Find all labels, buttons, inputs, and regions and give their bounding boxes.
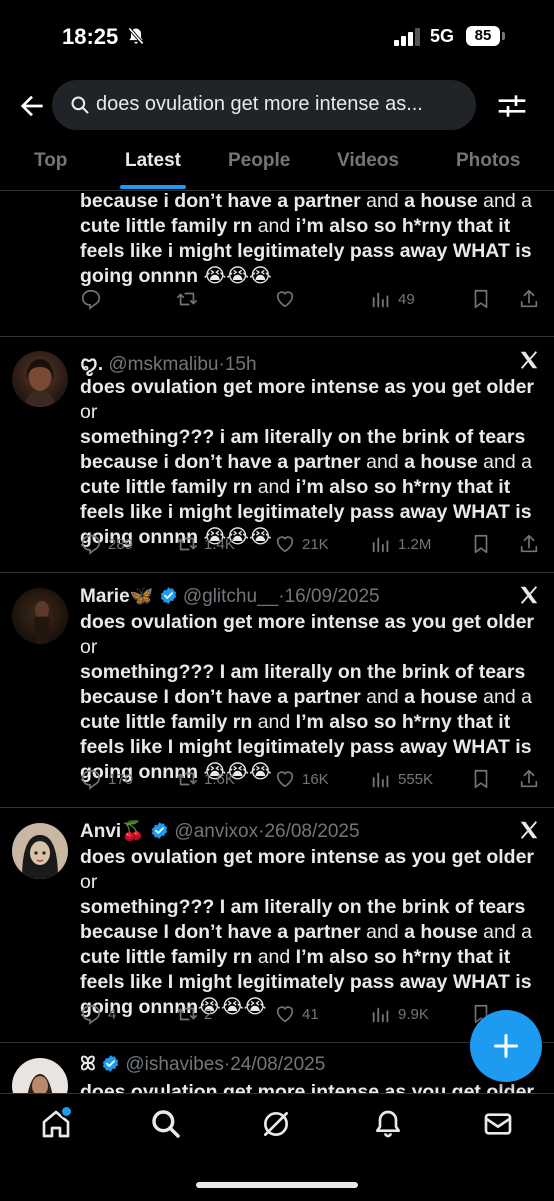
repost-icon xyxy=(177,537,197,551)
tweet-actions: 289 1.4K 21K 1.2M xyxy=(80,533,544,557)
like-icon xyxy=(276,1006,294,1023)
reply-icon xyxy=(81,289,101,310)
bookmark-icon xyxy=(474,769,488,789)
battery-nub xyxy=(502,32,505,40)
search-header: does ovulation get more intense as... xyxy=(0,78,554,134)
grok-icon[interactable] xyxy=(260,1108,292,1140)
author-name[interactable]: ꨄ. xyxy=(80,354,103,375)
tweet-text: because i don’t have a partner and a hou… xyxy=(80,191,532,287)
tweet-card[interactable]: Anvi🍒 @anvixox·26/08/2025 does ovulation… xyxy=(0,807,554,1043)
mail-icon[interactable] xyxy=(482,1108,514,1140)
repost-icon xyxy=(177,772,197,786)
search-input[interactable]: does ovulation get more intense as... xyxy=(52,80,476,130)
avatar-image xyxy=(24,359,56,407)
tweet-actions: 170 1.6K 16K 555K xyxy=(80,768,544,792)
verified-badge-icon xyxy=(151,822,168,839)
tweet-text: does ovulation get more intense as you g… xyxy=(80,846,535,1018)
verified-badge-icon xyxy=(102,1055,119,1072)
reply-icon xyxy=(81,1004,101,1025)
tweet-text: does ovulation get more intense as you g… xyxy=(80,376,535,548)
avatar[interactable] xyxy=(12,588,68,644)
tab-videos[interactable]: Videos xyxy=(337,150,399,172)
search-query: does ovulation get more intense as... xyxy=(96,93,423,115)
author-handle[interactable]: @mskmalibu xyxy=(108,354,218,375)
tweet-date: 26/08/2025 xyxy=(264,821,360,842)
views-icon xyxy=(372,1007,389,1023)
tweet-date: 16/09/2025 xyxy=(284,586,380,607)
author-handle[interactable]: @ishavibes xyxy=(125,1054,224,1075)
views-icon xyxy=(372,772,389,788)
author-name[interactable]: Anvi🍒 xyxy=(80,821,145,842)
avatar[interactable] xyxy=(12,823,68,879)
network-label: 5G xyxy=(430,26,455,46)
tab-latest[interactable]: Latest xyxy=(125,150,181,172)
tweet-header: Anvi🍒 @anvixox·26/08/2025 xyxy=(80,821,360,842)
like-icon xyxy=(276,536,294,553)
bottom-nav xyxy=(0,1093,554,1201)
tweet-card[interactable]: ꨄ. @mskmalibu·15h does ovulation get mor… xyxy=(0,337,554,573)
filter-icon[interactable] xyxy=(496,90,528,122)
share-icon xyxy=(520,769,538,788)
tab-photos[interactable]: Photos xyxy=(456,150,520,172)
avatar[interactable] xyxy=(12,351,68,407)
tweet-header: ꕤ @ishavibes·24/08/2025 xyxy=(80,1054,326,1075)
status-bar: 18:25 5G 85 xyxy=(0,0,554,72)
repost-icon xyxy=(177,292,197,306)
signal-icon xyxy=(394,28,420,46)
x-logo-icon xyxy=(520,586,538,604)
views-icon xyxy=(372,537,389,553)
like-icon xyxy=(276,291,294,308)
tab-top[interactable]: Top xyxy=(34,150,67,172)
tweet-feed[interactable]: because i don’t have a partner and a hou… xyxy=(0,191,554,1093)
views-icon xyxy=(372,292,389,308)
verified-badge-icon xyxy=(160,587,176,604)
battery-level: 85 xyxy=(466,26,500,46)
back-arrow-icon[interactable] xyxy=(16,90,48,122)
author-name[interactable]: ꕤ xyxy=(80,1054,96,1075)
bookmark-icon xyxy=(474,534,488,554)
home-notification-dot xyxy=(60,1105,73,1118)
search-tabs: Top Latest People Videos Photos xyxy=(0,140,554,191)
tweet-text: does ovulation get more intense as you g… xyxy=(80,611,535,783)
avatar-image xyxy=(12,588,68,644)
share-icon xyxy=(520,289,538,308)
author-handle[interactable]: @glitchu__ xyxy=(183,586,278,607)
tweet-date: 15h xyxy=(224,354,257,375)
search-nav-icon[interactable] xyxy=(150,1108,182,1140)
repost-icon xyxy=(177,1007,197,1021)
tweet-date: 24/08/2025 xyxy=(230,1054,326,1075)
avatar[interactable] xyxy=(12,1058,68,1093)
tweet-text: does ovulation get more intense as you g… xyxy=(80,1081,535,1093)
tweet-card[interactable]: because i don’t have a partner and a hou… xyxy=(0,191,554,337)
tweet-actions: 4 2 41 9.9K xyxy=(80,1003,544,1027)
author-name[interactable]: Marie🦋 xyxy=(80,586,153,607)
avatar-image xyxy=(22,835,58,879)
bell-icon[interactable] xyxy=(372,1108,404,1140)
reply-icon xyxy=(81,769,101,790)
compose-button[interactable] xyxy=(470,1010,542,1082)
bookmark-icon xyxy=(474,289,488,309)
plus-icon xyxy=(493,1033,519,1059)
tweet-header: ꨄ. @mskmalibu·15h xyxy=(80,354,257,375)
tweet-header: Marie🦋 @glitchu__·16/09/2025 xyxy=(80,586,380,607)
clock: 18:25 xyxy=(62,24,119,49)
home-indicator xyxy=(196,1182,358,1188)
bell-off-icon xyxy=(128,27,144,45)
tab-people[interactable]: People xyxy=(228,150,290,172)
x-logo-icon xyxy=(520,351,538,369)
avatar-image xyxy=(27,1074,53,1093)
like-icon xyxy=(276,771,294,788)
author-handle[interactable]: @anvixox xyxy=(174,821,258,842)
share-icon xyxy=(520,534,538,553)
tweet-actions: 49 xyxy=(80,288,544,312)
reply-icon xyxy=(81,534,101,555)
x-logo-icon xyxy=(520,821,538,839)
tweet-card[interactable]: Marie🦋 @glitchu__·16/09/2025 does ovulat… xyxy=(0,572,554,808)
search-icon xyxy=(71,96,89,114)
active-tab-indicator xyxy=(120,185,186,189)
